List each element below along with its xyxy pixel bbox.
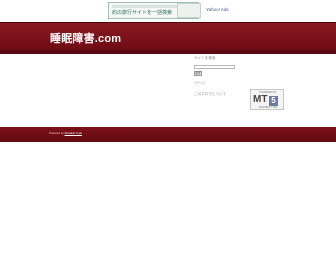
header-divider (0, 50, 336, 54)
movable-type-badge[interactable]: POWERED BY MT 5 MOVABLE TYPE (250, 89, 284, 110)
search-input[interactable] (194, 65, 235, 69)
site-footer: Powered by Movable Type (0, 127, 336, 142)
search-heading: サイトを検索 (194, 56, 216, 60)
site-title[interactable]: 睡眠障害.com (50, 30, 121, 46)
about-heading: このブログについて (194, 92, 227, 96)
mt-logo-mark: MT (253, 94, 268, 105)
mt-version-badge: 5 (269, 96, 278, 106)
pages-heading: ページ (194, 81, 205, 85)
sidebar: サイトを検索 検索 ページ このブログについて (194, 56, 254, 120)
ad-banner-text: 約の旅行サイトを一括検索 (112, 10, 173, 16)
ad-thumbnail[interactable] (177, 3, 201, 18)
footer-credit: Powered by Movable Type (49, 131, 82, 135)
footer-link[interactable]: Movable Type (65, 131, 82, 135)
badge-bottom-text: MOVABLE TYPE (258, 106, 278, 109)
footer-prefix: Powered by (49, 131, 64, 135)
search-button[interactable]: 検索 (194, 71, 202, 76)
ad-logo[interactable]: Yahoo! Ads (206, 7, 229, 12)
ad-bar: 約の旅行サイトを一括検索 Yahoo! Ads (0, 0, 336, 22)
site-header: 睡眠障害.com (0, 22, 336, 50)
